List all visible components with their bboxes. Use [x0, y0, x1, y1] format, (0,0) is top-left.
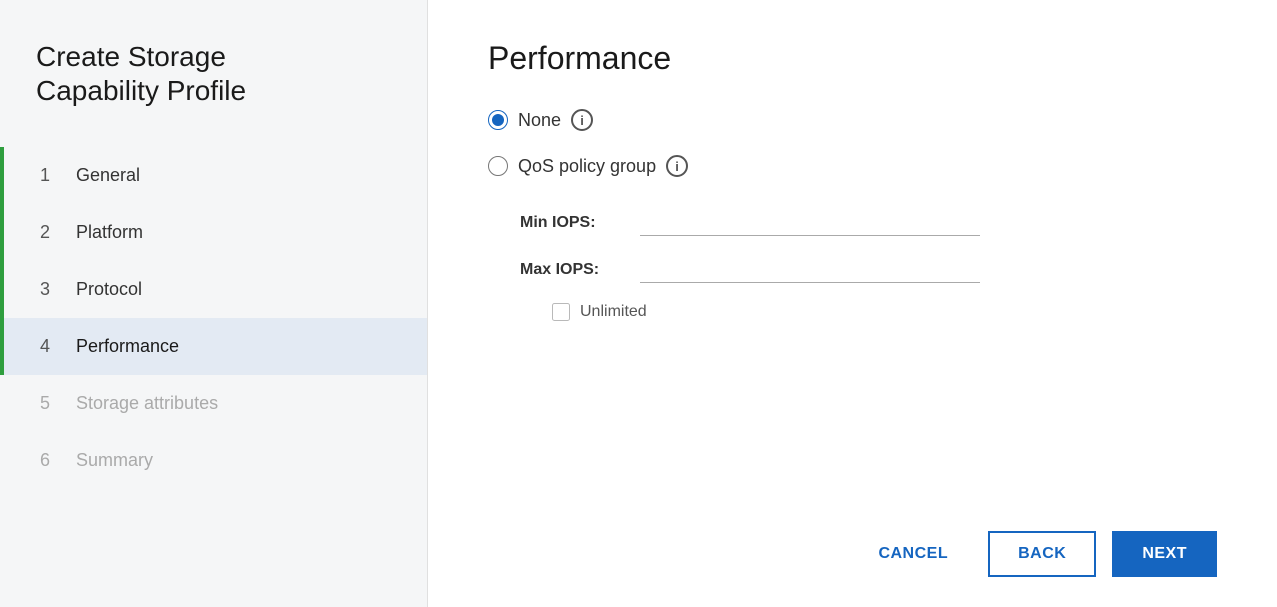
radio-none[interactable]: [488, 110, 508, 130]
max-iops-input[interactable]: [640, 256, 980, 283]
sidebar-item-platform[interactable]: 2 Platform: [0, 204, 427, 261]
min-iops-row: Min IOPS:: [520, 209, 1217, 236]
page-title: Create StorageCapability Profile: [0, 40, 427, 147]
unlimited-label: Unlimited: [580, 303, 647, 321]
min-iops-input[interactable]: [640, 209, 980, 236]
radio-none-label: None: [518, 110, 561, 131]
min-iops-label: Min IOPS:: [520, 214, 620, 232]
qos-fields: Min IOPS: Max IOPS: Unlimited: [520, 209, 1217, 321]
sidebar-item-storage-attributes[interactable]: 5 Storage attributes: [0, 375, 427, 432]
radio-row-none: None i: [488, 109, 1217, 131]
step-label-protocol: Protocol: [76, 279, 142, 300]
back-button[interactable]: BACK: [988, 531, 1096, 577]
form-content: None i QoS policy group i Min IOPS: Max …: [488, 109, 1217, 511]
step-number-5: 5: [40, 393, 60, 414]
sidebar-item-summary[interactable]: 6 Summary: [0, 432, 427, 489]
none-info-icon[interactable]: i: [571, 109, 593, 131]
step-label-performance: Performance: [76, 336, 179, 357]
max-iops-row: Max IOPS:: [520, 256, 1217, 283]
radio-row-qos: QoS policy group i: [488, 155, 1217, 177]
unlimited-row: Unlimited: [552, 303, 1217, 321]
sidebar: Create StorageCapability Profile 1 Gener…: [0, 0, 428, 607]
main-content: Performance None i QoS policy group i Mi…: [428, 0, 1277, 607]
radio-group-performance: None i QoS policy group i Min IOPS: Max …: [488, 109, 1217, 321]
cancel-button[interactable]: CANCEL: [854, 531, 972, 577]
step-label-general: General: [76, 165, 140, 186]
step-number-6: 6: [40, 450, 60, 471]
next-button[interactable]: NEXT: [1112, 531, 1217, 577]
sidebar-item-performance[interactable]: 4 Performance: [0, 318, 427, 375]
step-label-platform: Platform: [76, 222, 143, 243]
section-title: Performance: [488, 40, 1217, 77]
step-number-1: 1: [40, 165, 60, 186]
step-label-storage-attributes: Storage attributes: [76, 393, 218, 414]
radio-qos[interactable]: [488, 156, 508, 176]
radio-qos-label: QoS policy group: [518, 156, 656, 177]
qos-info-icon[interactable]: i: [666, 155, 688, 177]
step-number-3: 3: [40, 279, 60, 300]
sidebar-item-general[interactable]: 1 General: [0, 147, 427, 204]
step-label-summary: Summary: [76, 450, 153, 471]
max-iops-label: Max IOPS:: [520, 261, 620, 279]
footer-buttons: CANCEL BACK NEXT: [488, 511, 1217, 577]
sidebar-item-protocol[interactable]: 3 Protocol: [0, 261, 427, 318]
unlimited-checkbox[interactable]: [552, 303, 570, 321]
steps-list: 1 General 2 Platform 3 Protocol 4 Perfor…: [0, 147, 427, 607]
step-number-4: 4: [40, 336, 60, 357]
step-number-2: 2: [40, 222, 60, 243]
